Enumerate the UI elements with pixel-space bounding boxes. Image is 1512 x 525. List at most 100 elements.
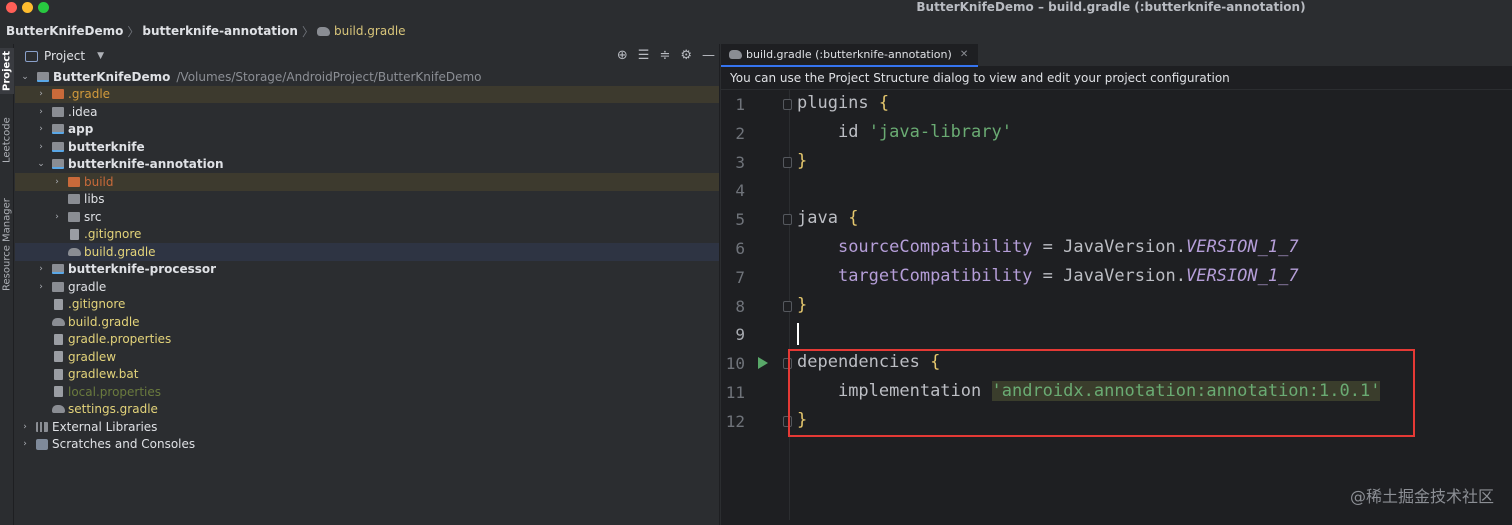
- fold-marker-icon[interactable]: [783, 157, 792, 168]
- tree-label: local.properties: [68, 384, 162, 399]
- chevron-right-icon[interactable]: ›: [52, 212, 62, 222]
- chevron-down-icon[interactable]: ⌄: [20, 72, 30, 82]
- line-number: 8: [735, 297, 745, 316]
- title-bar: ButterKnifeDemo – build.gradle (:butterk…: [0, 0, 1512, 14]
- tree-item-root[interactable]: ⌄ ButterKnifeDemo/Volumes/Storage/Androi…: [15, 68, 719, 86]
- locate-icon[interactable]: ⊕: [617, 48, 628, 63]
- tool-tab-project[interactable]: Project: [0, 48, 14, 94]
- chevron-right-icon[interactable]: ›: [20, 422, 30, 432]
- tree-label: External Libraries: [52, 419, 158, 434]
- gear-icon[interactable]: ⚙: [680, 48, 692, 63]
- line-number: 3: [735, 153, 745, 172]
- tree-item[interactable]: › app: [15, 121, 719, 139]
- tree-item[interactable]: ⌄ butterknife-annotation: [15, 156, 719, 174]
- chevron-right-icon[interactable]: ›: [36, 89, 46, 99]
- tree-item[interactable]: › .gradle: [15, 85, 719, 103]
- tree-item[interactable]: › butterknife-processor: [15, 261, 719, 279]
- tree-item[interactable]: › .idea: [15, 103, 719, 121]
- tree-item[interactable]: › gradle: [15, 278, 719, 296]
- tree-item[interactable]: libs: [15, 191, 719, 209]
- project-panel-title[interactable]: Project: [44, 49, 85, 63]
- line-number: 10: [725, 354, 745, 373]
- file-icon: [54, 351, 63, 363]
- editor-tab-build-gradle[interactable]: build.gradle (:butterknife-annotation) ✕: [721, 44, 979, 67]
- chevron-down-icon[interactable]: ⌄: [36, 159, 46, 169]
- gradle-icon: [316, 26, 330, 36]
- file-icon: [54, 386, 63, 398]
- tree-item[interactable]: .gitignore: [15, 296, 719, 314]
- project-panel-header: Project ▼ ⊕ ☰ ≑ ⚙ —: [15, 44, 719, 68]
- module-icon: [52, 141, 64, 152]
- file-icon: [70, 228, 79, 240]
- collapse-all-icon[interactable]: ≑: [659, 48, 670, 63]
- run-icon[interactable]: [758, 357, 768, 369]
- tree-label: app: [68, 122, 94, 137]
- folder-icon: [68, 194, 80, 205]
- fold-marker-icon[interactable]: [783, 301, 792, 312]
- tree-label: .gitignore: [84, 227, 142, 242]
- tool-tab-resource-manager[interactable]: Resource Manager: [0, 190, 14, 300]
- code-line: }: [797, 295, 808, 315]
- line-number: 11: [725, 383, 745, 402]
- tree-label: build.gradle: [68, 314, 140, 329]
- tree-label: build: [84, 174, 114, 189]
- folder-icon: [52, 89, 64, 100]
- hide-panel-icon[interactable]: —: [702, 48, 715, 63]
- editor-tab-bar: build.gradle (:butterknife-annotation) ✕: [721, 44, 1512, 67]
- breadcrumb-module[interactable]: butterknife-annotation: [142, 24, 298, 38]
- chevron-right-icon[interactable]: ›: [20, 439, 30, 449]
- tree-item[interactable]: build.gradle: [15, 313, 719, 331]
- tree-label: Scratches and Consoles: [52, 437, 196, 452]
- tree-item-selected[interactable]: build.gradle: [15, 243, 719, 261]
- tree-label: src: [84, 209, 102, 224]
- file-icon: [54, 298, 63, 310]
- tree-item[interactable]: › butterknife: [15, 138, 719, 156]
- line-number: 2: [735, 124, 745, 143]
- tree-label: .gradle: [68, 87, 111, 102]
- gradle-icon: [729, 50, 742, 59]
- breadcrumb: ButterKnifeDemo 〉 butterknife-annotation…: [0, 20, 1512, 42]
- fold-marker-icon[interactable]: [783, 99, 792, 110]
- tree-item[interactable]: gradlew.bat: [15, 366, 719, 384]
- tree-item[interactable]: › src: [15, 208, 719, 226]
- gradle-icon: [52, 405, 65, 414]
- line-number-current: 9: [735, 325, 745, 344]
- tree-path: /Volumes/Storage/AndroidProject/ButterKn…: [176, 69, 482, 84]
- tree-item[interactable]: › build: [15, 173, 719, 191]
- project-structure-notice: You can use the Project Structure dialog…: [721, 67, 1512, 90]
- fold-marker-icon[interactable]: [783, 214, 792, 225]
- gradle-icon: [68, 247, 81, 256]
- tool-tab-leetcode[interactable]: Leetcode: [0, 110, 14, 170]
- tree-item[interactable]: .gitignore: [15, 226, 719, 244]
- tree-item[interactable]: gradle.properties: [15, 331, 719, 349]
- code-line: sourceCompatibility = JavaVersion.VERSIO…: [837, 237, 1299, 257]
- chevron-right-icon[interactable]: ›: [36, 124, 46, 134]
- chevron-right-icon[interactable]: ›: [36, 282, 46, 292]
- code-line: id 'java-library': [837, 122, 1012, 142]
- chevron-right-icon[interactable]: ›: [36, 264, 46, 274]
- file-icon: [54, 333, 63, 345]
- chevron-right-icon[interactable]: ›: [36, 107, 46, 117]
- highlight-box: [788, 349, 1415, 437]
- tree-label: build.gradle: [84, 244, 156, 259]
- tree-item[interactable]: settings.gradle: [15, 401, 719, 419]
- breadcrumb-file[interactable]: build.gradle: [334, 24, 406, 38]
- chevron-right-icon[interactable]: ›: [36, 142, 46, 152]
- chevron-right-icon[interactable]: ›: [52, 177, 62, 187]
- line-number: 7: [735, 268, 745, 287]
- tree-item[interactable]: › External Libraries: [15, 418, 719, 436]
- chevron-down-icon[interactable]: ▼: [97, 51, 104, 61]
- tree-label: gradle: [68, 279, 107, 294]
- window-title: ButterKnifeDemo – build.gradle (:butterk…: [916, 0, 1306, 14]
- expand-all-icon[interactable]: ☰: [638, 48, 650, 63]
- tree-item[interactable]: › Scratches and Consoles: [15, 436, 719, 454]
- editor-tab-label: build.gradle (:butterknife-annotation): [746, 48, 952, 61]
- tree-label: gradle.properties: [68, 332, 172, 347]
- code-line: }: [797, 151, 808, 171]
- breadcrumb-project[interactable]: ButterKnifeDemo: [0, 24, 123, 38]
- tree-item[interactable]: local.properties: [15, 383, 719, 401]
- tree-label: butterknife: [68, 139, 145, 154]
- close-icon[interactable]: ✕: [960, 49, 968, 60]
- tree-label: butterknife-annotation: [68, 157, 224, 172]
- tree-item[interactable]: gradlew: [15, 348, 719, 366]
